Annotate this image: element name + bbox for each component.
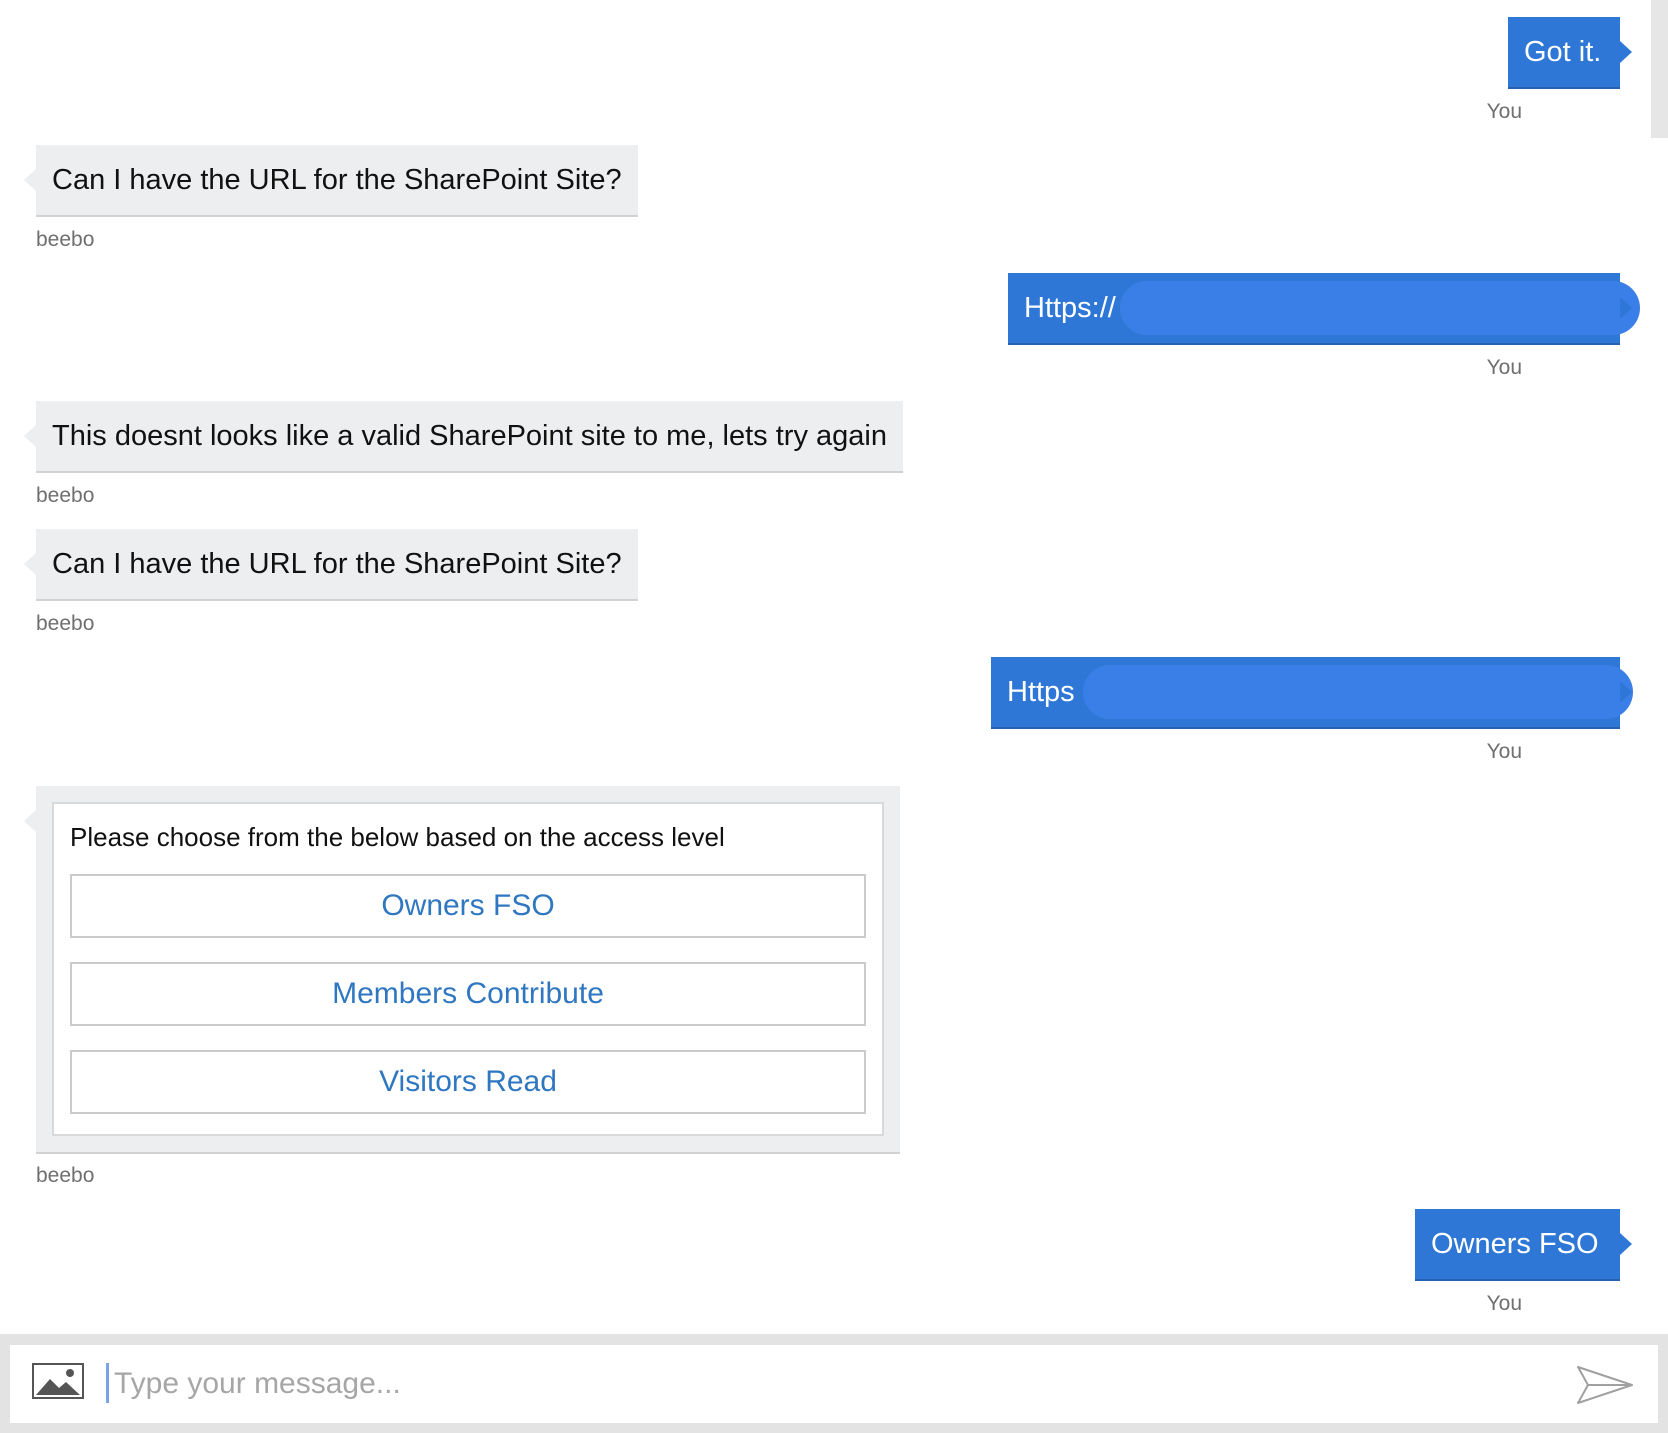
card-prompt: Please choose from the below based on th…: [70, 822, 725, 852]
message-text: Got it.: [1524, 36, 1602, 68]
redaction-mark: [1083, 665, 1633, 719]
redaction-mark: [1120, 281, 1640, 335]
sender-label: You: [1486, 1292, 1522, 1315]
image-icon[interactable]: [32, 1363, 84, 1399]
composer-bar: [0, 1334, 1668, 1433]
message-input[interactable]: [114, 1357, 1514, 1411]
user-message: Https://: [1008, 273, 1640, 343]
user-message: Owners FSO: [1415, 1209, 1632, 1279]
choice-card: Please choose from the below based on th…: [24, 786, 900, 1152]
sender-label: You: [1486, 740, 1522, 763]
sender-label: You: [1486, 356, 1522, 379]
send-icon[interactable]: [1576, 1365, 1634, 1405]
user-message: Got it.: [1508, 17, 1632, 87]
message-text: Can I have the URL for the SharePoint Si…: [52, 164, 622, 196]
sender-label: You: [1486, 100, 1522, 123]
choice-button-visitors-read[interactable]: Visitors Read: [70, 1050, 866, 1114]
composer: [10, 1345, 1658, 1423]
bot-message: This doesnt looks like a valid SharePoin…: [24, 401, 903, 471]
bot-message: Can I have the URL for the SharePoint Si…: [24, 529, 638, 599]
message-text: This doesnt looks like a valid SharePoin…: [52, 420, 887, 452]
chat-transcript: Got it. You Can I have the URL for the S…: [0, 0, 1668, 1334]
choice-card-body: Please choose from the below based on th…: [52, 802, 884, 1136]
message-text: Can I have the URL for the SharePoint Si…: [52, 548, 622, 580]
scrollbar[interactable]: [1651, 0, 1668, 138]
message-text: Https://: [1024, 292, 1116, 324]
sender-label: beebo: [36, 228, 95, 251]
bot-message: Can I have the URL for the SharePoint Si…: [24, 145, 638, 215]
message-text: Owners FSO: [1431, 1228, 1599, 1260]
choice-button-members-contribute[interactable]: Members Contribute: [70, 962, 866, 1026]
choice-button-owners-fso[interactable]: Owners FSO: [70, 874, 866, 938]
text-caret: [106, 1363, 109, 1403]
user-message: Https: [991, 657, 1633, 727]
sender-label: beebo: [36, 1164, 95, 1187]
message-text: Https: [1007, 676, 1075, 708]
sender-label: beebo: [36, 612, 95, 635]
sender-label: beebo: [36, 484, 95, 507]
